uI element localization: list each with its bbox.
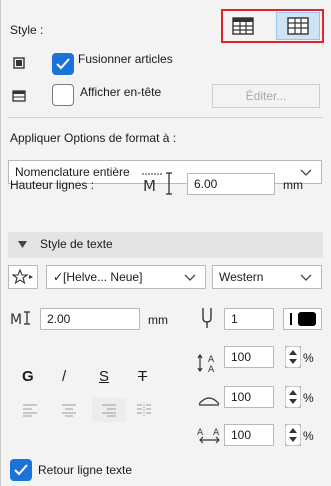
text-size-icon: M: [10, 310, 32, 329]
apply-format-label: Appliquer Options de format à :: [10, 131, 177, 145]
encoding-value: Western: [219, 270, 264, 284]
wrap-text-label: Retour ligne texte: [38, 463, 133, 477]
triangle-down-icon: [18, 241, 27, 248]
row-height-input[interactable]: 6.00: [187, 173, 275, 195]
show-header-label: Afficher en-tête: [80, 85, 162, 99]
align-left-icon[interactable]: [22, 403, 38, 420]
divider: [8, 117, 323, 118]
line-spacing-percent: %: [303, 391, 314, 405]
italic-button[interactable]: /: [62, 369, 66, 385]
table-view-icon[interactable]: [232, 17, 254, 35]
char-spacing-input[interactable]: 100: [224, 424, 274, 446]
line-spacing-input[interactable]: 100: [224, 386, 274, 408]
stepper-icon: [284, 345, 302, 369]
pen-number-input[interactable]: 1: [224, 308, 274, 330]
star-icon: [12, 269, 33, 285]
favorites-button[interactable]: [8, 265, 38, 289]
svg-text:A: A: [208, 355, 215, 365]
char-spacing-stepper[interactable]: [284, 423, 302, 447]
stepper-icon: [284, 385, 302, 409]
text-style-section-label: Style de texte: [40, 237, 113, 251]
check-icon: [14, 464, 28, 476]
text-width-icon: A A: [196, 352, 222, 377]
stepper-icon: [284, 423, 302, 447]
row-height-unit: mm: [283, 178, 303, 192]
show-header-checkbox[interactable]: [52, 84, 74, 106]
style-label: Style :: [10, 23, 44, 37]
svg-text:A: A: [197, 428, 204, 438]
chevron-down-icon: [300, 274, 312, 281]
table-view-selected-button[interactable]: [276, 12, 320, 40]
pen-icon: [200, 306, 214, 333]
svg-text:A: A: [208, 365, 215, 374]
bold-button[interactable]: G: [22, 369, 34, 385]
text-width-stepper[interactable]: [284, 345, 302, 369]
encoding-dropdown[interactable]: Western: [212, 265, 322, 289]
wrap-text-checkbox[interactable]: [10, 459, 32, 481]
underline-button[interactable]: S: [99, 369, 109, 385]
svg-text:M: M: [10, 312, 22, 326]
pen-color-swatch[interactable]: [283, 308, 322, 330]
check-icon: [56, 58, 70, 70]
char-spacing-percent: %: [303, 429, 314, 443]
table-grid-icon: [287, 17, 309, 35]
merge-items-label: Fusionner articles: [78, 52, 173, 66]
line-spacing-icon: [197, 390, 221, 413]
font-value: ✓[Helve... Neue]: [53, 270, 143, 284]
line-spacing-stepper[interactable]: [284, 385, 302, 409]
edit-button[interactable]: Éditer...: [212, 84, 320, 108]
char-spacing-icon: A A: [197, 426, 223, 449]
header-row-icon: [12, 89, 26, 106]
strikethrough-button[interactable]: T: [138, 369, 147, 385]
merge-items-icon: [12, 56, 26, 73]
font-dropdown[interactable]: ✓[Helve... Neue]: [46, 265, 206, 289]
chevron-down-icon: [184, 274, 196, 281]
align-center-icon[interactable]: [61, 403, 77, 420]
text-size-unit: mm: [148, 313, 168, 327]
text-size-input[interactable]: 2.00: [40, 308, 140, 330]
text-style-section-header[interactable]: Style de texte: [8, 232, 323, 258]
text-width-percent: %: [303, 351, 314, 365]
row-height-icon: M: [140, 171, 176, 200]
svg-text:A: A: [213, 428, 220, 438]
svg-text:M: M: [143, 177, 156, 195]
align-justify-icon[interactable]: [136, 403, 152, 420]
row-height-label: Hauteur lignes :: [10, 178, 95, 192]
merge-items-checkbox[interactable]: [52, 53, 74, 75]
text-width-input[interactable]: 100: [224, 346, 274, 368]
align-right-icon: [102, 404, 116, 417]
align-right-button[interactable]: [92, 398, 126, 422]
